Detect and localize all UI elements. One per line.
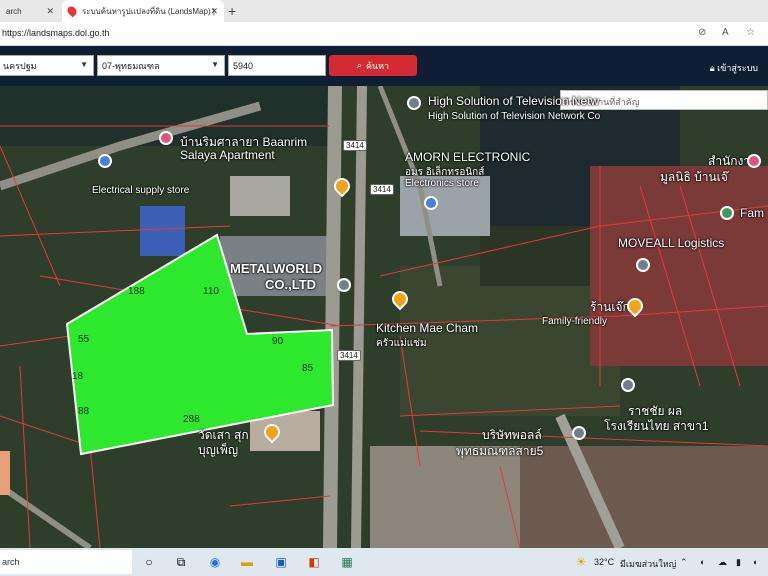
company-marker-icon[interactable] (407, 96, 421, 110)
browser-tab-strip: arch ✕ ระบบค้นหารูปแปลงที่ดิน (LandsMap)… (0, 0, 768, 22)
parcel-dimension: 88 (78, 406, 90, 417)
apartment-marker-icon[interactable] (159, 131, 173, 145)
place-label: โรงเรียนไทย สาขา1 (604, 419, 709, 433)
place-label: Electrical supply store (92, 185, 190, 196)
place-marker-icon[interactable] (720, 206, 734, 220)
network-icon[interactable]: ◐ (700, 557, 705, 567)
new-tab-icon[interactable]: + (228, 3, 236, 19)
search-icon: ⌕ (356, 60, 362, 70)
field-area (400, 266, 620, 416)
weather-temperature: 32°C (594, 557, 615, 567)
tab-title: ระบบค้นหารูปแปลงที่ดิน (LandsMap) | (82, 6, 215, 16)
place-marker-icon[interactable] (572, 426, 586, 440)
residential-area (590, 166, 768, 366)
place-label: METALWORLD (230, 261, 323, 276)
windows-taskbar: arch ○ ⧉ ◉ ▬ ▣ ◧ ▦ ☀ 32°C มีเมฆส่วนใหญ่ … (0, 548, 768, 576)
camera-icon[interactable]: ▮ (736, 557, 741, 568)
place-label: Electronics store (405, 178, 479, 189)
address-bar: https://landsmaps.dol.go.th ⊘ A ☆ (0, 22, 768, 46)
place-marker-icon[interactable] (621, 378, 635, 392)
search-button-label: ค้นหา (365, 60, 390, 71)
place-label: ร้านเจ๊ก (590, 300, 630, 314)
district-select[interactable]: 07-พุทธมณฑล ▼ (97, 55, 225, 76)
building (140, 206, 185, 256)
chevron-down-icon: ▼ (211, 60, 219, 69)
road-shield: 3414 (370, 184, 394, 195)
store-marker-icon[interactable] (424, 196, 438, 210)
favorite-icon[interactable]: ☆ (746, 27, 755, 38)
place-label: Salaya Apartment (180, 148, 275, 162)
parcel-dimension: 85 (302, 363, 314, 374)
residential-area (520, 446, 768, 548)
province-value: นครปฐม (3, 60, 37, 71)
satellite-map (0, 86, 768, 548)
place-label: มูลนิธิ บ้านเจ๊ (660, 170, 728, 184)
parcel-dimension: 188 (128, 286, 145, 297)
office-marker-icon[interactable] (747, 154, 761, 168)
highway (323, 86, 342, 548)
place-label: High Solution of Television Network Co (428, 111, 601, 122)
field-area (480, 226, 600, 286)
lock-icon: 🔒︎ (709, 63, 715, 73)
taskbar-search-input[interactable]: arch (0, 550, 132, 574)
map-edge-widget (0, 451, 10, 495)
province-select[interactable]: นครปฐม ▼ (0, 55, 94, 76)
place-label: MOVEALL Logistics (618, 236, 725, 250)
parcel-dimension: 55 (78, 334, 90, 345)
place-label: Kitchen Mae Cham (376, 321, 479, 335)
parcel-number-input[interactable]: 5940 (228, 55, 326, 76)
login-link[interactable]: 🔒︎ เข้าสู่ระบบ (710, 61, 758, 75)
weather-icon: ☀ (575, 555, 587, 569)
place-label: High Solution of Television Netw (428, 94, 600, 108)
place-label: บุญเพ็ญ (198, 443, 239, 457)
tray-chevron-up-icon[interactable]: ⌃ (680, 557, 688, 568)
place-label: Fam (740, 206, 764, 220)
parcel-dimension: 90 (272, 336, 284, 347)
file-explorer-icon[interactable]: ▬ (238, 553, 256, 571)
office-icon[interactable]: ◧ (305, 553, 323, 571)
browser-tab[interactable]: arch ✕ (0, 0, 60, 22)
browser-tab-active[interactable]: ระบบค้นหารูปแปลงที่ดิน (LandsMap) | ✕ (62, 0, 224, 22)
place-label: ครัวแม่แช่ม (376, 338, 427, 349)
tracking-icon[interactable]: ⊘ (698, 27, 706, 38)
cortana-icon[interactable]: ○ (140, 553, 158, 571)
onedrive-icon[interactable]: ☁ (718, 557, 727, 568)
parcel-dimension: 110 (203, 286, 219, 297)
parcel-dimension: 288 (183, 414, 200, 425)
store-marker-icon[interactable] (98, 154, 112, 168)
district-value: 07-พุทธมณฑล (102, 60, 160, 71)
place-label: Family-friendly (542, 316, 608, 327)
highway (351, 86, 367, 548)
close-icon[interactable]: ✕ (46, 6, 54, 17)
search-button[interactable]: ⌕ ค้นหา (329, 55, 417, 76)
place-label: AMORN ELECTRONIC (405, 150, 531, 164)
building (230, 176, 290, 216)
road-shield: 3414 (337, 350, 361, 361)
login-label: เข้าสู่ระบบ (717, 63, 758, 73)
task-view-icon[interactable]: ⧉ (172, 553, 190, 571)
close-icon[interactable]: ✕ (210, 6, 218, 17)
screenshot: { "browser": { "tabs": [ {"label": "arch… (0, 0, 768, 576)
tab-title: arch (6, 6, 22, 16)
place-marker-icon[interactable] (337, 278, 351, 292)
place-marker-icon[interactable] (636, 258, 650, 272)
parcel-dimension: 18 (72, 371, 84, 382)
read-aloud-icon[interactable]: A (722, 27, 729, 38)
volume-icon[interactable]: ◖ (752, 557, 757, 567)
excel-icon[interactable]: ▦ (338, 553, 356, 571)
edge-browser-icon[interactable]: ◉ (206, 553, 224, 571)
parcel-number-value: 5940 (233, 60, 254, 71)
store-icon[interactable]: ▣ (272, 553, 290, 571)
map-view[interactable]: ค้นหาสถานที่สำคัญ High Solution of Telev… (0, 86, 768, 548)
site-toolbar: นครปฐม ▼ 07-พุทธมณฑล ▼ 5940 ⌕ ค้นหา 🔒︎ เ… (0, 46, 768, 86)
url-field[interactable]: https://landsmaps.dol.go.th (2, 28, 110, 38)
chevron-down-icon: ▼ (80, 60, 88, 69)
place-label: CO.,LTD (265, 277, 317, 292)
place-label: พุทธมณฑลสาย5 (456, 444, 544, 458)
building (370, 446, 520, 548)
weather-description: มีเมฆส่วนใหญ่ (620, 559, 677, 569)
road-shield: 3414 (343, 140, 367, 151)
map-pin-icon (65, 4, 79, 18)
